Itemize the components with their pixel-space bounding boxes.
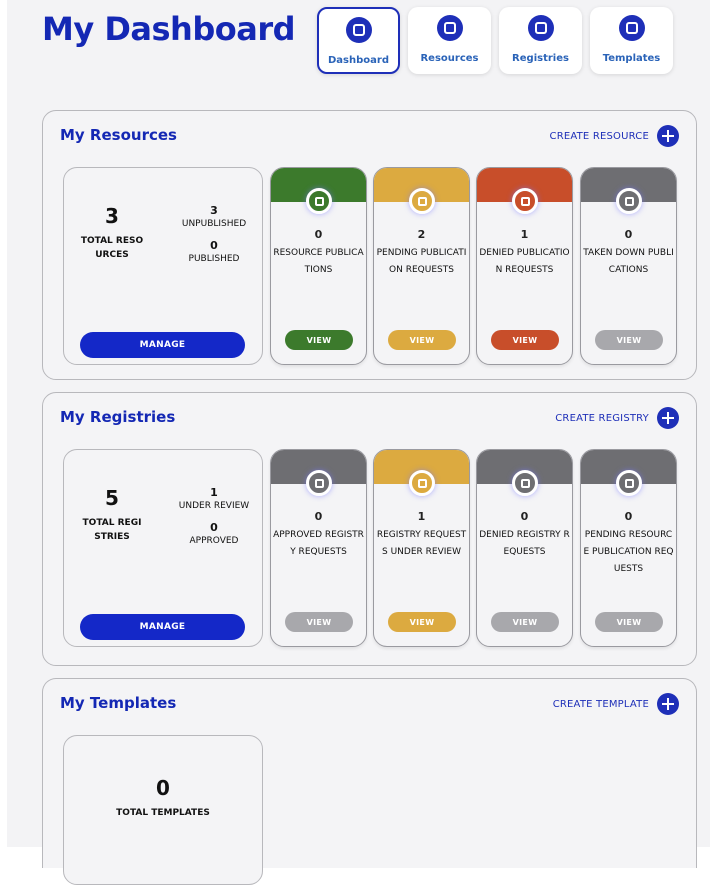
registries-section: My Registries CREATE REGISTRY 5 TOTAL RE…: [42, 392, 697, 666]
plus-icon: [657, 407, 679, 429]
card-count: 0: [314, 228, 323, 241]
create-resource-label: CREATE RESOURCE: [549, 130, 649, 142]
registry-icon: [527, 15, 554, 41]
approved-count: 0: [210, 521, 218, 534]
resource-icon: [616, 188, 642, 214]
view-button[interactable]: VIEW: [285, 612, 353, 632]
tab-label: Registries: [512, 53, 569, 64]
create-resource-button[interactable]: CREATE RESOURCE: [550, 125, 679, 147]
registries-summary-card: 5 TOTAL REGISTRIES 1 UNDER REVIEW 0 APPR…: [63, 449, 263, 647]
registry-icon: [512, 470, 538, 496]
card-label: TAKEN DOWN PUBLICATIONS: [583, 248, 674, 275]
resource-icon: [306, 188, 332, 214]
card-count: 0: [624, 228, 633, 241]
nav-tabs: Dashboard Resources Registries Templates: [317, 7, 673, 74]
page: My Dashboard Dashboard Resources Registr…: [7, 0, 710, 885]
view-button[interactable]: VIEW: [595, 330, 663, 350]
section-title: My Templates: [60, 694, 177, 712]
tab-label: Dashboard: [328, 55, 389, 66]
resources-summary-card: 3 TOTAL RESOURCES 3 UNPUBLISHED 0 PUBLIS…: [63, 167, 263, 365]
total-label: TOTAL TEMPLATES: [116, 808, 210, 818]
approved-registry-requests-card: 0 APPROVED REGISTRY REQUESTS VIEW: [270, 449, 367, 647]
create-template-label: CREATE TEMPLATE: [552, 698, 649, 710]
tab-registries[interactable]: Registries: [499, 7, 582, 74]
section-title: My Resources: [60, 126, 177, 144]
registry-icon: [306, 470, 332, 496]
unpublished-count: 3: [210, 204, 218, 217]
total-label: TOTAL RESOURCES: [80, 236, 144, 260]
tab-label: Templates: [602, 53, 661, 64]
resource-publications-card: 0 RESOURCE PUBLICATIONS VIEW: [270, 167, 367, 365]
pending-publication-card: 2 PENDING PUBLICATION REQUESTS VIEW: [373, 167, 470, 365]
card-label: PENDING RESOURCE PUBLICATION REQUESTS: [583, 530, 674, 574]
card-count: 0: [624, 510, 633, 523]
published-count: 0: [210, 239, 218, 252]
tab-label: Resources: [420, 53, 479, 64]
plus-icon: [657, 693, 679, 715]
approved-label: APPROVED: [189, 536, 239, 546]
denied-publication-card: 1 DENIED PUBLICATION REQUESTS VIEW: [476, 167, 573, 365]
card-count: 0: [314, 510, 323, 523]
create-registry-button[interactable]: CREATE REGISTRY: [555, 407, 679, 429]
card-count: 1: [520, 228, 529, 241]
page-title: My Dashboard: [42, 10, 296, 48]
resource-icon: [512, 188, 538, 214]
card-count: 2: [417, 228, 426, 241]
tab-dashboard[interactable]: Dashboard: [317, 7, 400, 74]
total-count: 0: [156, 776, 170, 800]
total-label: TOTAL REGISTRIES: [82, 518, 142, 542]
plus-icon: [657, 125, 679, 147]
total-count: 5: [105, 486, 119, 510]
manage-resources-button[interactable]: MANAGE: [80, 332, 245, 358]
card-count: 0: [520, 510, 529, 523]
card-label: PENDING PUBLICATION REQUESTS: [376, 248, 467, 275]
templates-section: My Templates CREATE TEMPLATE 0 TOTAL TEM…: [42, 678, 697, 885]
template-icon: [618, 15, 645, 41]
view-button[interactable]: VIEW: [491, 612, 559, 632]
view-button[interactable]: VIEW: [491, 330, 559, 350]
resource-icon: [436, 15, 463, 41]
view-button[interactable]: VIEW: [285, 330, 353, 350]
under-review-count: 1: [210, 486, 218, 499]
card-label: REGISTRY REQUESTS UNDER REVIEW: [376, 530, 467, 557]
manage-registries-button[interactable]: MANAGE: [80, 614, 245, 640]
card-label: APPROVED REGISTRY REQUESTS: [273, 530, 364, 557]
registry-icon: [409, 470, 435, 496]
under-review-label: UNDER REVIEW: [178, 501, 250, 511]
card-label: DENIED REGISTRY REQUESTS: [479, 530, 570, 557]
card-label: RESOURCE PUBLICATIONS: [273, 248, 364, 275]
card-label: DENIED PUBLICATION REQUESTS: [479, 248, 570, 275]
taken-down-publications-card: 0 TAKEN DOWN PUBLICATIONS VIEW: [580, 167, 677, 365]
resources-section: My Resources CREATE RESOURCE 3 TOTAL RES…: [42, 110, 697, 380]
denied-registry-requests-card: 0 DENIED REGISTRY REQUESTS VIEW: [476, 449, 573, 647]
resource-icon: [409, 188, 435, 214]
section-title: My Registries: [60, 408, 176, 426]
registry-requests-under-review-card: 1 REGISTRY REQUESTS UNDER REVIEW VIEW: [373, 449, 470, 647]
dashboard-icon: [345, 17, 372, 43]
unpublished-label: UNPUBLISHED: [181, 219, 247, 229]
pending-resource-publication-card: 0 PENDING RESOURCE PUBLICATION REQUESTS …: [580, 449, 677, 647]
published-label: PUBLISHED: [188, 254, 240, 264]
total-count: 3: [105, 204, 119, 228]
card-count: 1: [417, 510, 426, 523]
tab-templates[interactable]: Templates: [590, 7, 673, 74]
view-button[interactable]: VIEW: [388, 612, 456, 632]
create-template-button[interactable]: CREATE TEMPLATE: [553, 693, 679, 715]
templates-summary-card: 0 TOTAL TEMPLATES: [63, 735, 263, 885]
tab-resources[interactable]: Resources: [408, 7, 491, 74]
create-registry-label: CREATE REGISTRY: [555, 412, 649, 424]
view-button[interactable]: VIEW: [388, 330, 456, 350]
view-button[interactable]: VIEW: [595, 612, 663, 632]
resource-icon: [616, 470, 642, 496]
